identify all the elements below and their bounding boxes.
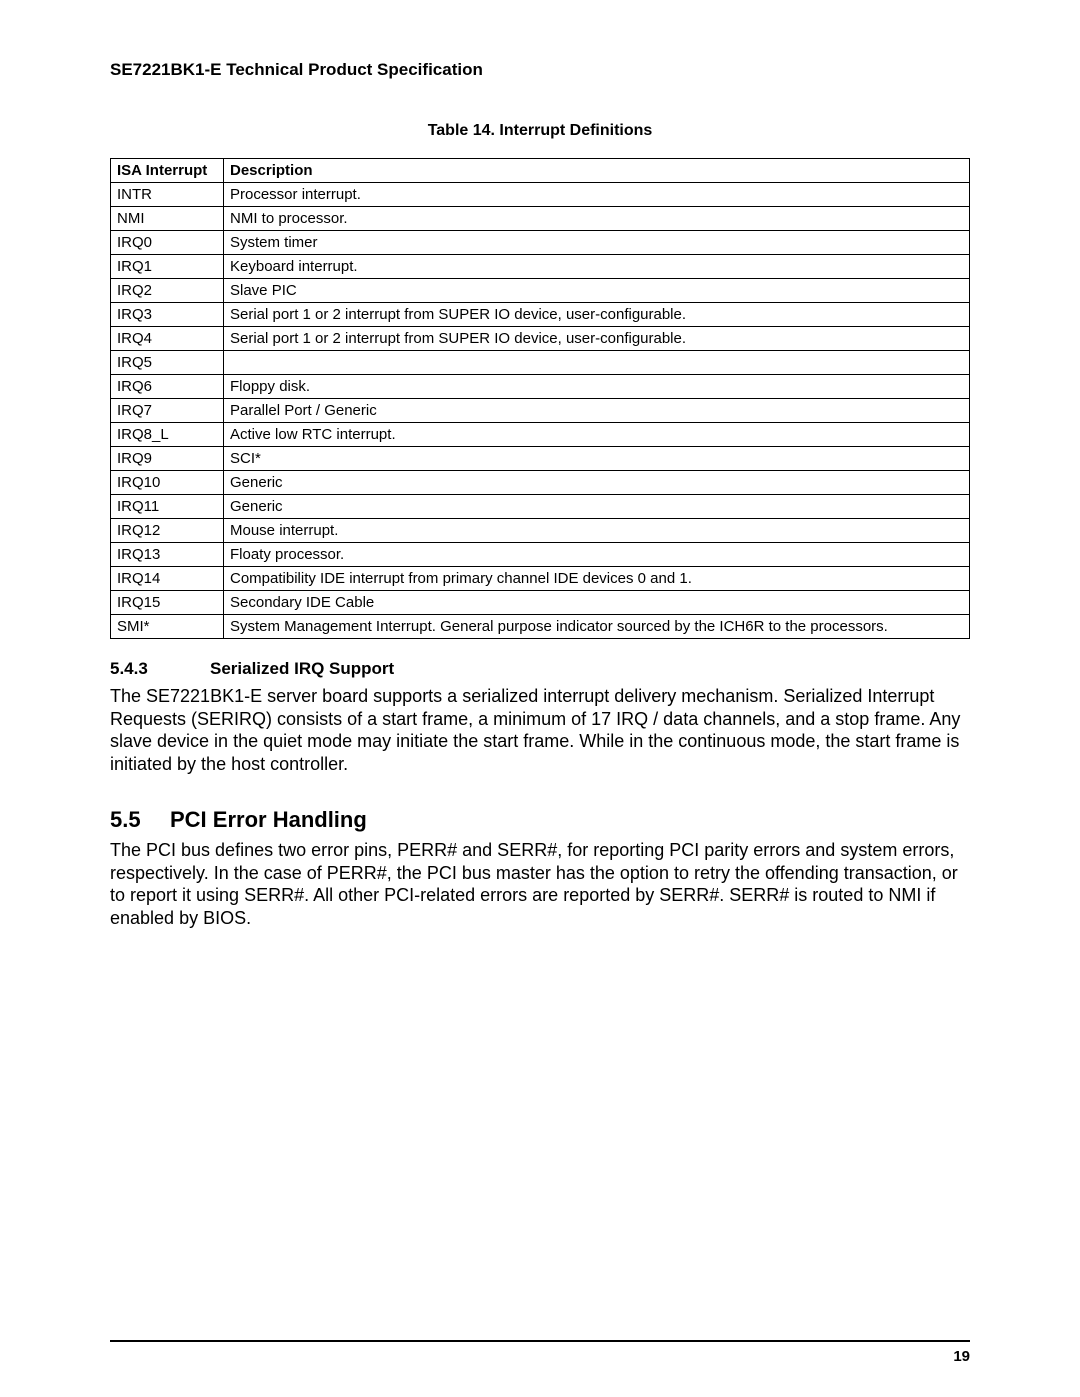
cell-isa: IRQ6 — [111, 375, 224, 399]
table-row: IRQ2Slave PIC — [111, 279, 970, 303]
cell-desc: Floaty processor. — [224, 543, 970, 567]
table-caption: Table 14. Interrupt Definitions — [110, 122, 970, 140]
table-row: IRQ14Compatibility IDE interrupt from pr… — [111, 567, 970, 591]
footer-rule — [110, 1340, 970, 1342]
table-row: IRQ11Generic — [111, 495, 970, 519]
table-row: IRQ10Generic — [111, 471, 970, 495]
cell-isa: IRQ9 — [111, 447, 224, 471]
cell-isa: IRQ5 — [111, 351, 224, 375]
section-title: PCI Error Handling — [170, 807, 367, 832]
section-number: 5.4.3 — [110, 659, 210, 679]
cell-isa: SMI* — [111, 615, 224, 639]
table-row: IRQ12Mouse interrupt. — [111, 519, 970, 543]
cell-desc: NMI to processor. — [224, 207, 970, 231]
col-header-desc: Description — [224, 159, 970, 183]
section-title: Serialized IRQ Support — [210, 659, 394, 678]
page-number: 19 — [953, 1348, 970, 1365]
interrupt-table: ISA Interrupt Description INTRProcessor … — [110, 158, 970, 639]
cell-isa: IRQ7 — [111, 399, 224, 423]
cell-desc: Slave PIC — [224, 279, 970, 303]
cell-isa: IRQ15 — [111, 591, 224, 615]
table-row: IRQ8_LActive low RTC interrupt. — [111, 423, 970, 447]
cell-isa: IRQ13 — [111, 543, 224, 567]
table-row: IRQ13Floaty processor. — [111, 543, 970, 567]
table-row: IRQ6Floppy disk. — [111, 375, 970, 399]
cell-isa: IRQ4 — [111, 327, 224, 351]
cell-isa: NMI — [111, 207, 224, 231]
table-row: IRQ1Keyboard interrupt. — [111, 255, 970, 279]
cell-desc: Mouse interrupt. — [224, 519, 970, 543]
cell-desc: Serial port 1 or 2 interrupt from SUPER … — [224, 327, 970, 351]
cell-desc: Compatibility IDE interrupt from primary… — [224, 567, 970, 591]
cell-isa: INTR — [111, 183, 224, 207]
table-row: NMINMI to processor. — [111, 207, 970, 231]
cell-desc: Processor interrupt. — [224, 183, 970, 207]
table-row: IRQ7Parallel Port / Generic — [111, 399, 970, 423]
cell-desc: System timer — [224, 231, 970, 255]
table-header-row: ISA Interrupt Description — [111, 159, 970, 183]
cell-desc: Floppy disk. — [224, 375, 970, 399]
cell-isa: IRQ10 — [111, 471, 224, 495]
section-number: 5.5 — [110, 807, 170, 833]
cell-desc: Secondary IDE Cable — [224, 591, 970, 615]
table-row: IRQ4Serial port 1 or 2 interrupt from SU… — [111, 327, 970, 351]
cell-isa: IRQ2 — [111, 279, 224, 303]
table-row: IRQ3Serial port 1 or 2 interrupt from SU… — [111, 303, 970, 327]
section-5-4-3-body: The SE7221BK1-E server board supports a … — [110, 685, 970, 775]
cell-isa: IRQ0 — [111, 231, 224, 255]
document-header: SE7221BK1-E Technical Product Specificat… — [110, 60, 970, 80]
cell-desc: Serial port 1 or 2 interrupt from SUPER … — [224, 303, 970, 327]
cell-desc: Generic — [224, 471, 970, 495]
cell-desc: System Management Interrupt. General pur… — [224, 615, 970, 639]
section-5-5-heading: 5.5PCI Error Handling — [110, 807, 970, 833]
col-header-isa: ISA Interrupt — [111, 159, 224, 183]
cell-desc: Keyboard interrupt. — [224, 255, 970, 279]
cell-desc: Generic — [224, 495, 970, 519]
cell-isa: IRQ3 — [111, 303, 224, 327]
table-row: IRQ9SCI* — [111, 447, 970, 471]
cell-desc: Parallel Port / Generic — [224, 399, 970, 423]
table-row: IRQ15Secondary IDE Cable — [111, 591, 970, 615]
cell-desc — [224, 351, 970, 375]
cell-isa: IRQ12 — [111, 519, 224, 543]
section-5-4-3-heading: 5.4.3Serialized IRQ Support — [110, 659, 970, 679]
section-5-5-body: The PCI bus defines two error pins, PERR… — [110, 839, 970, 929]
cell-isa: IRQ1 — [111, 255, 224, 279]
table-row: IRQ5 — [111, 351, 970, 375]
cell-desc: Active low RTC interrupt. — [224, 423, 970, 447]
table-row: INTRProcessor interrupt. — [111, 183, 970, 207]
table-row: IRQ0System timer — [111, 231, 970, 255]
page: SE7221BK1-E Technical Product Specificat… — [0, 0, 1080, 1397]
cell-isa: IRQ11 — [111, 495, 224, 519]
cell-desc: SCI* — [224, 447, 970, 471]
table-row: SMI*System Management Interrupt. General… — [111, 615, 970, 639]
cell-isa: IRQ8_L — [111, 423, 224, 447]
cell-isa: IRQ14 — [111, 567, 224, 591]
